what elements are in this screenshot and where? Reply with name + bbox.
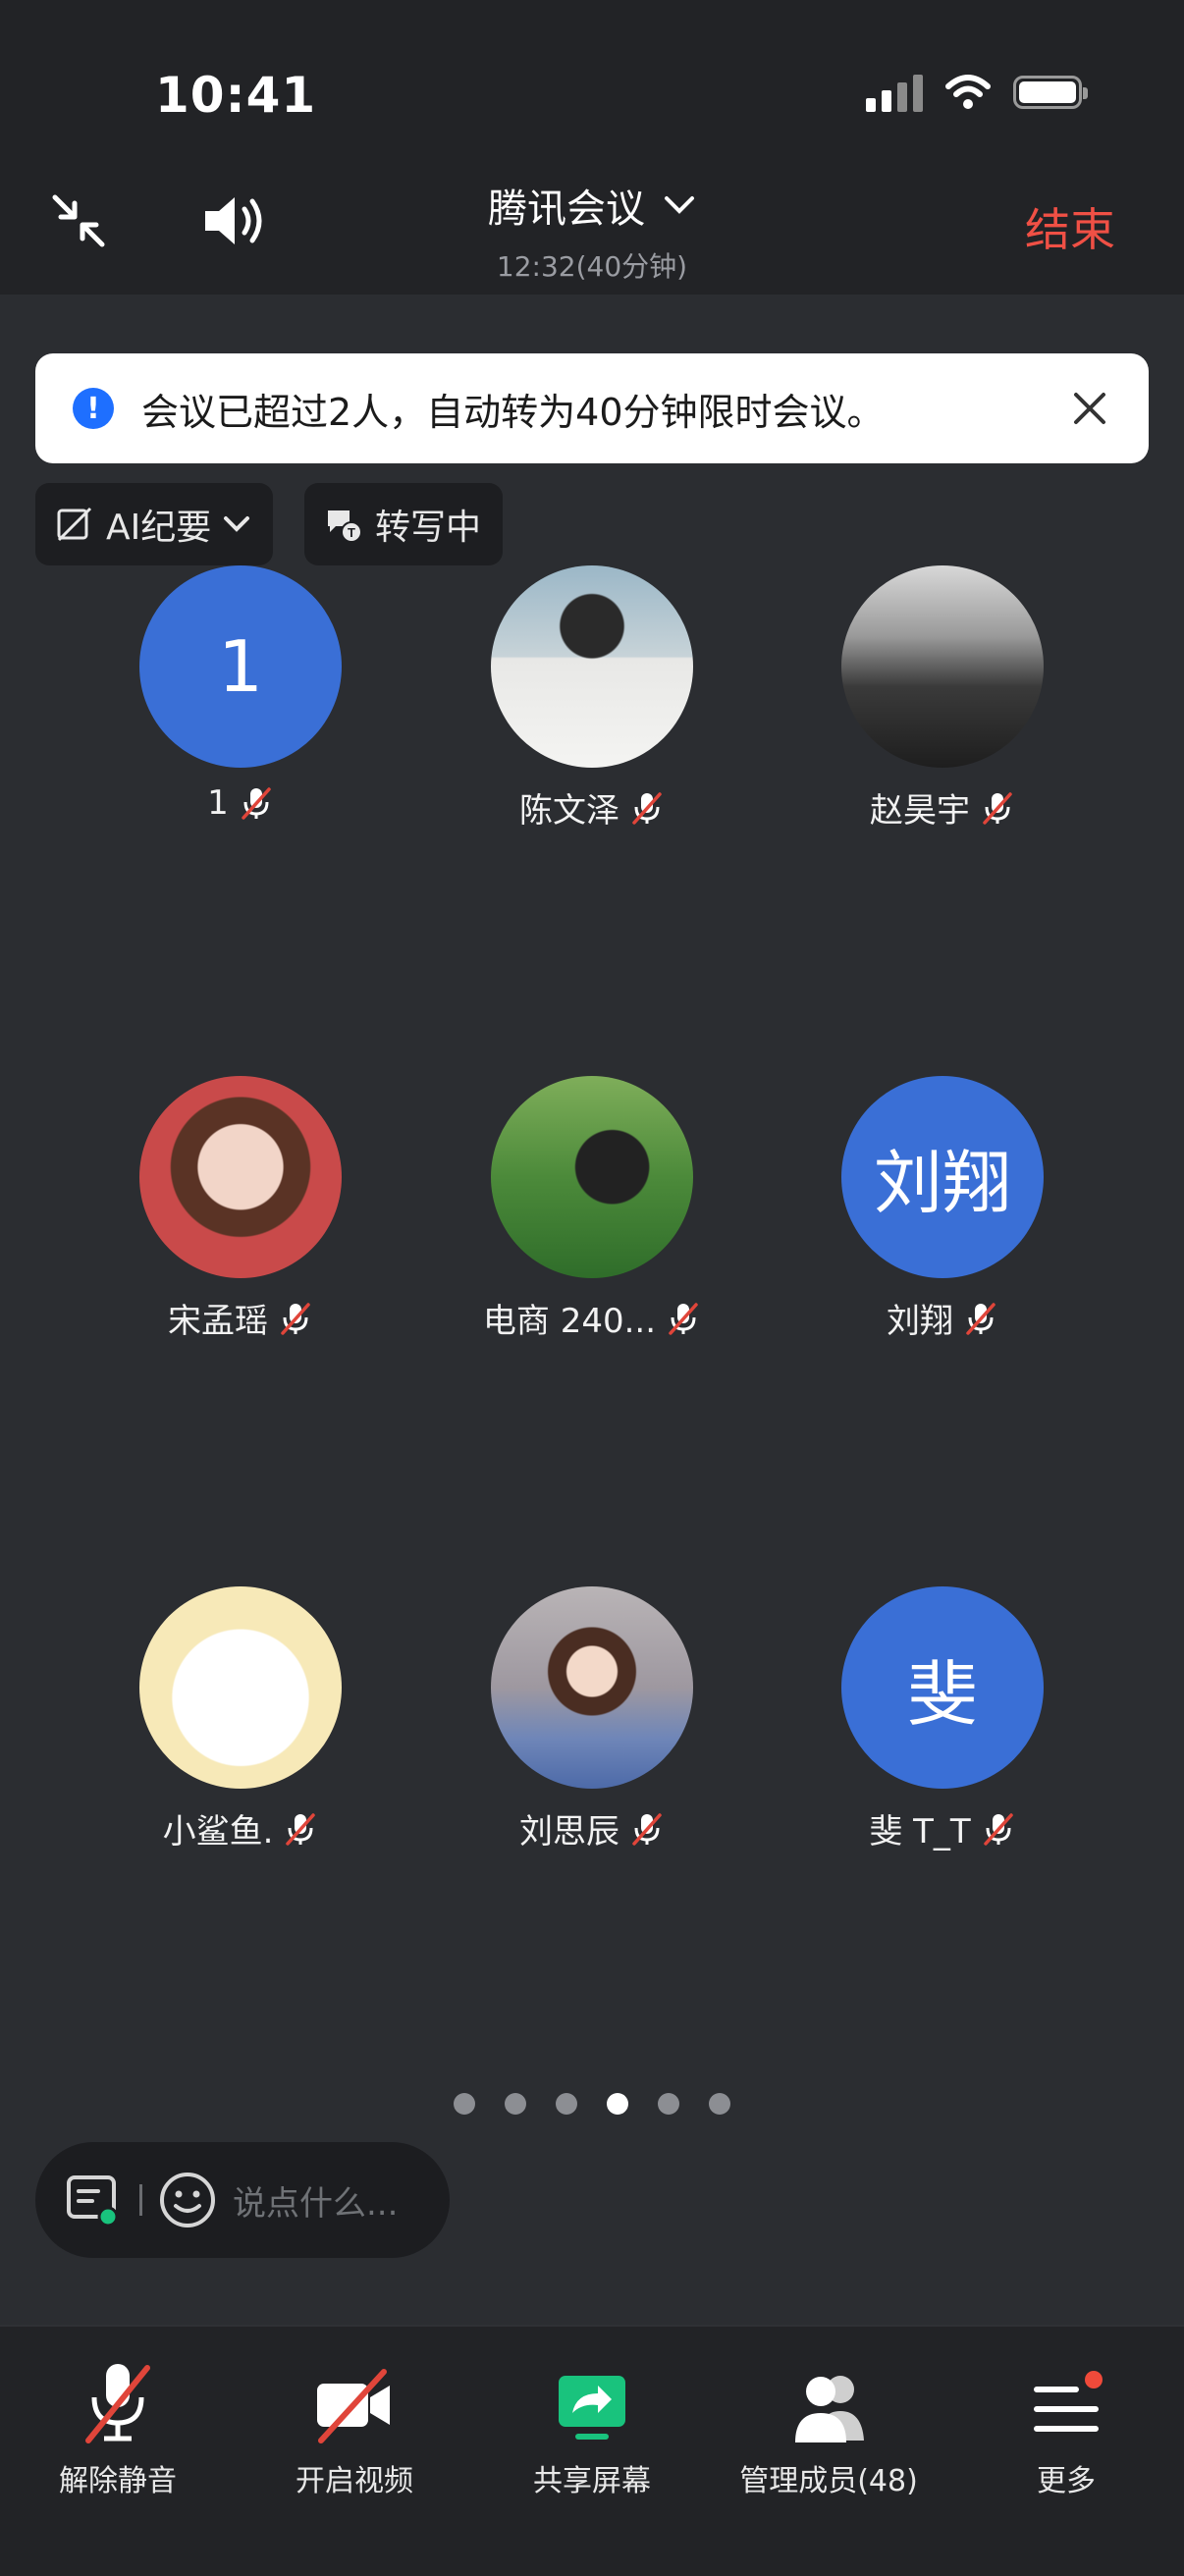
mic-muted-icon	[632, 791, 662, 825]
avatar	[491, 565, 693, 768]
participant-tile[interactable]: 陈文泽	[445, 565, 739, 832]
meeting-duration: 12:32(40分钟)	[496, 250, 688, 283]
mic-muted-icon	[242, 787, 271, 820]
share-screen-button[interactable]: 共享屏幕	[474, 2346, 710, 2499]
video-off-icon	[317, 2369, 390, 2443]
avatar-initial: 刘翔	[874, 1142, 1011, 1223]
avatar-initial: 斐	[906, 1652, 978, 1736]
manage-members-button[interactable]: 管理成员(48)	[711, 2346, 946, 2499]
participant-tile[interactable]: 斐 斐 T_T	[795, 1586, 1090, 1852]
notice-text: 会议已超过2人，自动转为40分钟限时会议。	[141, 390, 885, 434]
start-video-label: 开启视频	[296, 2464, 413, 2498]
participant-name: 斐 T_T	[869, 1812, 971, 1852]
bottom-toolbar: 解除静音 开启视频 共享屏幕 管理成员(48) 更多	[0, 2325, 1184, 2576]
status-icons	[866, 73, 1088, 112]
meeting-title[interactable]: 腾讯会议	[488, 177, 696, 234]
participant-name: 宋孟瑶	[168, 1302, 268, 1341]
participant-name: 小鲨鱼.	[162, 1812, 274, 1852]
transcription-label: 转写中	[375, 508, 482, 548]
unmute-button[interactable]: 解除静音	[0, 2346, 236, 2499]
manage-members-label: 管理成员(48)	[739, 2464, 918, 2498]
mic-muted-icon	[966, 1302, 996, 1335]
page-dot-active[interactable]	[607, 2093, 628, 2115]
members-icon	[795, 2376, 864, 2442]
close-icon[interactable]	[1070, 389, 1109, 428]
avatar	[841, 565, 1044, 768]
ai-summary-label: AI纪要	[106, 508, 212, 548]
meeting-title-text: 腾讯会议	[488, 187, 645, 232]
avatar	[139, 1076, 342, 1278]
participant-tile[interactable]: 1 1	[93, 565, 388, 823]
emoji-icon[interactable]	[158, 2171, 217, 2229]
page-dot[interactable]	[505, 2093, 526, 2115]
cellular-signal-icon	[866, 73, 923, 112]
menu-icon	[1034, 2371, 1103, 2432]
chat-input[interactable]: 说点什么...	[35, 2142, 450, 2258]
transcribe-icon: T	[328, 510, 362, 543]
avatar-initial: 1	[218, 625, 263, 708]
participant-name: 电商 240...	[482, 1302, 657, 1341]
participant-tile[interactable]: 宋孟瑶	[93, 1076, 388, 1342]
page-dot[interactable]	[658, 2093, 679, 2115]
wifi-icon	[945, 75, 991, 109]
chevron-down-icon	[665, 196, 694, 214]
participant-tile[interactable]: 赵昊宇	[795, 565, 1090, 832]
participant-name: 刘思辰	[519, 1812, 619, 1852]
page-dot[interactable]	[454, 2093, 475, 2115]
avatar: 1	[139, 565, 342, 768]
mic-off-icon	[85, 2364, 150, 2443]
share-screen-label: 共享屏幕	[533, 2464, 651, 2498]
mic-muted-icon	[632, 1812, 662, 1846]
mic-muted-icon	[983, 1812, 1013, 1846]
avatar	[491, 1076, 693, 1278]
mic-muted-icon	[983, 791, 1012, 825]
mic-muted-icon	[669, 1302, 698, 1335]
avatar	[139, 1586, 342, 1789]
start-video-button[interactable]: 开启视频	[237, 2346, 472, 2499]
avatar	[491, 1586, 693, 1789]
chat-placeholder: 说点什么...	[233, 2183, 399, 2224]
ai-summary-icon	[57, 507, 92, 542]
participant-name: 刘翔	[887, 1302, 953, 1341]
share-screen-icon	[559, 2376, 625, 2440]
chevron-down-icon	[224, 516, 250, 532]
chat-list-icon[interactable]	[63, 2170, 124, 2230]
ai-summary-button[interactable]: AI纪要	[35, 483, 273, 565]
participant-tile[interactable]: 刘思辰	[445, 1586, 739, 1852]
participant-name: 1	[207, 783, 229, 823]
more-label: 更多	[1037, 2464, 1096, 2498]
page-dot[interactable]	[556, 2093, 577, 2115]
divider	[139, 2184, 142, 2216]
end-meeting-button[interactable]: 结束	[1025, 194, 1115, 259]
participant-tile[interactable]: 小鲨鱼.	[93, 1586, 388, 1852]
more-button[interactable]: 更多	[948, 2346, 1184, 2499]
participant-name: 陈文泽	[519, 791, 619, 831]
mic-muted-icon	[286, 1812, 316, 1846]
battery-icon	[1013, 76, 1088, 109]
avatar: 斐	[841, 1586, 1044, 1789]
unmute-label: 解除静音	[59, 2464, 177, 2498]
info-icon: !	[73, 388, 114, 429]
page-indicator[interactable]	[0, 2093, 1184, 2115]
status-time: 10:41	[155, 67, 317, 124]
participant-tile[interactable]: 电商 240...	[445, 1076, 739, 1342]
svg-text:T: T	[348, 525, 355, 540]
participant-tile[interactable]: 刘翔 刘翔	[795, 1076, 1090, 1342]
transcription-button[interactable]: T 转写中	[304, 483, 503, 565]
avatar: 刘翔	[841, 1076, 1044, 1278]
mic-muted-icon	[281, 1302, 310, 1335]
participant-name: 赵昊宇	[870, 791, 970, 831]
page-dot[interactable]	[709, 2093, 730, 2115]
notice-banner: ! 会议已超过2人，自动转为40分钟限时会议。	[35, 353, 1149, 463]
